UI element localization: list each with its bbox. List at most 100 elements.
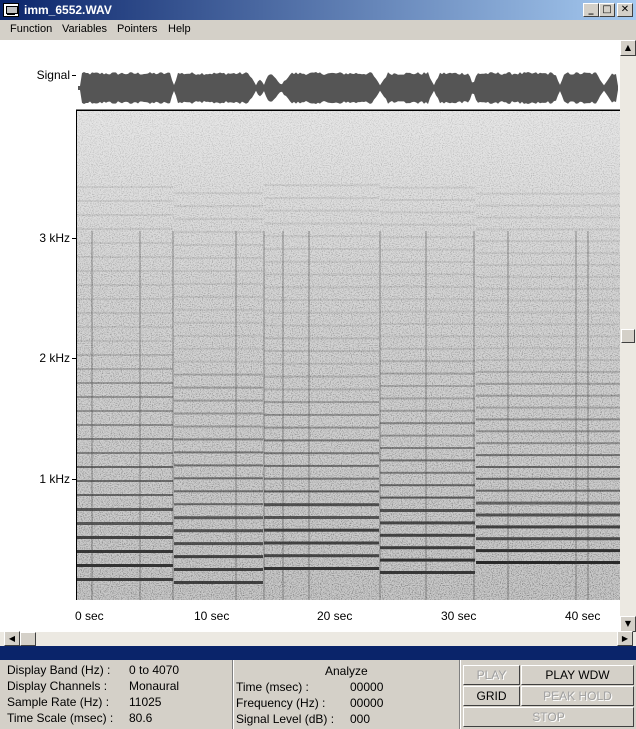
onset-streak [282, 231, 284, 600]
sample-rate-value: 11025 [129, 695, 162, 709]
horizontal-scrollbar[interactable]: ◀ ▶ [0, 631, 636, 646]
vertical-scrollbar[interactable]: ▲ ▼ [620, 40, 636, 632]
onset-streak [575, 231, 577, 600]
x-label-0: 0 sec [75, 609, 104, 623]
spectral-band [264, 554, 379, 558]
display-band-value: 0 to 4070 [129, 663, 180, 677]
spectral-band [380, 558, 475, 562]
spectral-band [380, 186, 475, 189]
spectral-band [380, 323, 475, 325]
menu-pointers[interactable]: Pointers [117, 23, 157, 35]
menu-bar: Function Variables Pointers Help [0, 20, 636, 39]
spectral-band [380, 397, 475, 400]
grid-button[interactable]: GRID [463, 686, 520, 706]
spectral-band [174, 516, 263, 520]
spectral-band [77, 186, 173, 188]
spectral-band [380, 223, 475, 226]
scroll-up-arrow-icon[interactable]: ▲ [620, 40, 636, 56]
spectral-band [264, 260, 379, 263]
spectral-band [476, 442, 620, 445]
scroll-left-arrow-icon[interactable]: ◀ [4, 631, 20, 646]
spectral-band [380, 285, 475, 288]
spectral-band [476, 549, 620, 553]
spectral-band [174, 412, 263, 415]
spectral-band [380, 199, 475, 201]
spectral-band [264, 350, 379, 353]
spectral-band [380, 236, 475, 239]
spectral-band [476, 287, 620, 290]
menu-variables[interactable]: Variables [62, 23, 107, 35]
scroll-right-arrow-icon[interactable]: ▶ [617, 631, 633, 646]
spectral-band [174, 386, 263, 389]
peak-hold-button[interactable]: PEAK HOLD [521, 686, 634, 706]
x-label-20: 20 sec [317, 609, 353, 623]
spectral-band [476, 228, 620, 231]
spectral-band [380, 298, 475, 301]
spectral-band [264, 516, 379, 519]
app-icon[interactable] [3, 3, 19, 17]
spectral-band [264, 477, 379, 480]
y-tick-1khz [72, 479, 76, 480]
onset-streak [308, 231, 310, 600]
horizontal-scroll-thumb[interactable] [20, 632, 36, 646]
spectral-band [380, 434, 475, 437]
spectral-band [476, 561, 620, 564]
spectral-band [380, 273, 475, 276]
spectral-band [264, 248, 379, 250]
status-strip [0, 646, 636, 660]
signal-waveform[interactable] [76, 53, 620, 111]
spectral-band [380, 347, 475, 350]
spectral-band [380, 360, 475, 363]
spectral-band [174, 503, 263, 506]
spectral-band [380, 521, 475, 525]
spectral-band [476, 537, 620, 541]
spectral-band [380, 248, 475, 251]
onset-streak [235, 231, 237, 600]
spectral-band [476, 394, 620, 397]
spectral-band [476, 513, 620, 517]
spectrogram[interactable] [76, 110, 620, 600]
spectral-band [264, 286, 379, 289]
spectral-band [264, 503, 379, 507]
menu-function[interactable]: Function [10, 23, 52, 35]
spectral-band [476, 382, 620, 385]
spectral-band [476, 204, 620, 207]
spectral-band [380, 571, 475, 574]
spectral-band [476, 501, 620, 505]
onset-streak [91, 231, 93, 600]
spectral-band [380, 471, 475, 474]
scroll-down-arrow-icon[interactable]: ▼ [620, 616, 636, 632]
spectral-band [174, 490, 263, 493]
spectral-band [264, 375, 379, 378]
stop-button[interactable]: STOP [463, 707, 634, 727]
spectral-band [264, 528, 379, 532]
x-label-40: 40 sec [565, 609, 601, 623]
x-label-30: 30 sec [441, 609, 477, 623]
spectral-band [174, 192, 263, 195]
spectral-band [174, 205, 263, 208]
spectral-band [476, 406, 620, 409]
minimize-button[interactable]: _ [583, 3, 599, 17]
spectral-band [476, 418, 620, 421]
menu-help[interactable]: Help [168, 23, 191, 35]
spectral-band [476, 477, 620, 480]
close-button[interactable]: ✕ [617, 3, 633, 17]
maximize-button[interactable]: □ [599, 3, 615, 17]
spectral-band [380, 459, 475, 462]
spectral-band [174, 464, 263, 467]
spectral-band [264, 490, 379, 493]
spectral-band [380, 261, 475, 263]
y-label-3khz: 3 kHz [39, 231, 70, 245]
spectral-band [476, 240, 620, 243]
spectral-band [476, 489, 620, 492]
spectral-band [476, 525, 620, 529]
waveform-svg [76, 72, 620, 111]
spectral-band [264, 197, 379, 199]
vertical-scroll-thumb[interactable] [621, 329, 635, 343]
spectral-band [476, 264, 620, 266]
spectral-band [174, 529, 263, 533]
play-button[interactable]: PLAY [463, 665, 520, 685]
play-window-button[interactable]: PLAY WDW [521, 665, 634, 685]
spectral-band [476, 370, 620, 373]
onset-streak [587, 231, 589, 600]
